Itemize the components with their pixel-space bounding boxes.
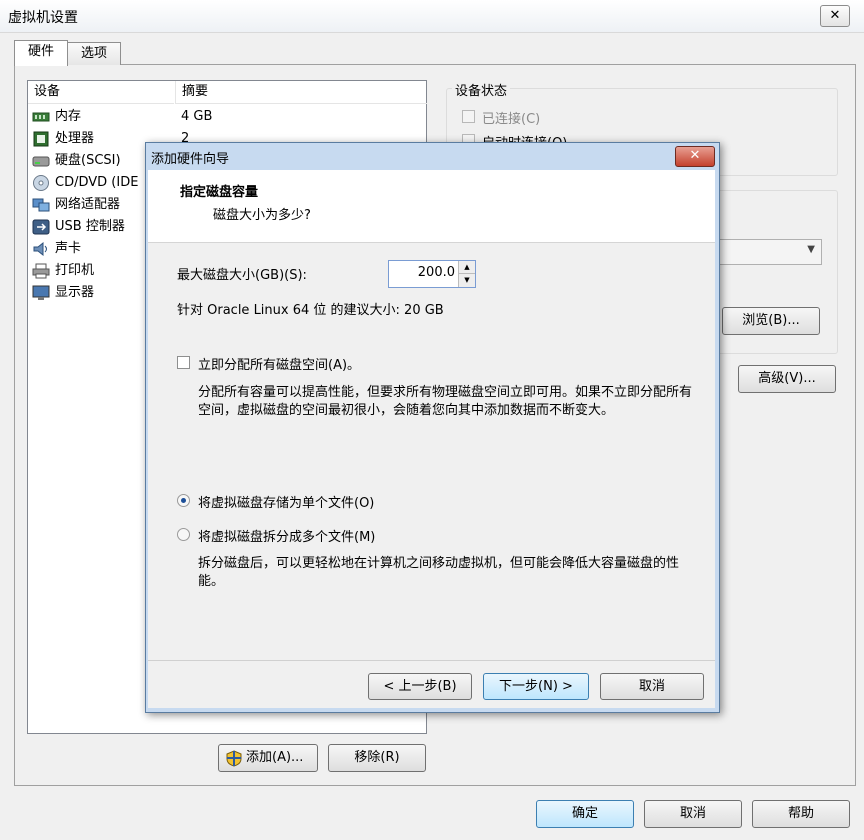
- advanced-button[interactable]: 高级(V)...: [738, 365, 836, 393]
- spin-down-button[interactable]: ▼: [458, 274, 475, 287]
- connected-label: 已连接(C): [482, 112, 541, 127]
- image-file-combobox[interactable]: ▼: [716, 239, 822, 265]
- device-status-label: 设备状态: [452, 80, 511, 99]
- hard-disk-icon: [32, 156, 50, 167]
- device-name: 内存: [55, 109, 82, 124]
- split-files-label: 将虚拟磁盘拆分成多个文件(M): [198, 530, 376, 545]
- shield-icon: [226, 750, 242, 767]
- device-row-memory[interactable]: 内存 4 GB: [28, 106, 426, 128]
- network-adapter-icon: [32, 198, 50, 212]
- window-titlebar: [0, 0, 864, 33]
- add-button-label: 添加(A)...: [246, 750, 304, 765]
- back-button[interactable]: < 上一步(B): [368, 673, 472, 700]
- device-name: 硬盘(SCSI): [55, 153, 121, 168]
- add-button[interactable]: 添加(A)...: [218, 744, 318, 772]
- ok-button[interactable]: 确定: [536, 800, 634, 828]
- wizard-heading: 指定磁盘容量: [180, 185, 259, 200]
- usb-icon: [32, 219, 50, 235]
- split-files-radio[interactable]: [177, 528, 190, 541]
- single-file-label: 将虚拟磁盘存储为单个文件(O): [198, 496, 375, 511]
- wizard-subheading: 磁盘大小为多少?: [213, 208, 311, 223]
- device-name: 网络适配器: [55, 197, 121, 212]
- device-name: 处理器: [55, 131, 95, 146]
- memory-icon: [32, 112, 50, 122]
- allocate-now-label: 立即分配所有磁盘空间(A)。: [198, 358, 361, 373]
- device-name: 打印机: [55, 263, 95, 278]
- device-name: 显示器: [55, 285, 95, 300]
- chevron-down-icon: ▼: [807, 244, 815, 255]
- column-header-summary[interactable]: 摘要: [175, 81, 427, 104]
- connected-checkbox[interactable]: [462, 110, 475, 123]
- browse-button[interactable]: 浏览(B)...: [722, 307, 820, 335]
- display-icon: [32, 285, 50, 300]
- spin-up-button[interactable]: ▲: [458, 261, 475, 274]
- wizard-separator: [148, 660, 715, 661]
- help-button[interactable]: 帮助: [752, 800, 850, 828]
- wizard-cancel-button[interactable]: 取消: [600, 673, 704, 700]
- single-file-radio[interactable]: [177, 494, 190, 507]
- split-description: 拆分磁盘后，可以更轻松地在计算机之间移动虚拟机，但可能会降低大容量磁盘的性能。: [198, 556, 680, 589]
- close-icon: ✕: [689, 148, 701, 163]
- max-disk-size-stepper[interactable]: 200.0 ▲ ▼: [388, 260, 476, 288]
- next-button[interactable]: 下一步(N) >: [483, 673, 589, 700]
- tab-hardware[interactable]: 硬件: [14, 40, 68, 66]
- column-header-device[interactable]: 设备: [28, 81, 174, 104]
- wizard-header: 指定磁盘容量 磁盘大小为多少?: [148, 170, 715, 243]
- device-summary: 4 GB: [181, 109, 213, 124]
- max-disk-size-label: 最大磁盘大小(GB)(S):: [177, 268, 307, 283]
- window-close-button[interactable]: ✕: [820, 5, 850, 27]
- window-title: 虚拟机设置: [8, 10, 78, 26]
- device-name: USB 控制器: [55, 219, 125, 234]
- allocate-now-checkbox[interactable]: [177, 356, 190, 369]
- cancel-button[interactable]: 取消: [644, 800, 742, 828]
- device-name: CD/DVD (IDE: [55, 175, 139, 190]
- cd-dvd-icon: [33, 175, 49, 191]
- recommended-size-text: 针对 Oracle Linux 64 位 的建议大小: 20 GB: [177, 303, 444, 318]
- device-name: 声卡: [55, 241, 82, 256]
- max-disk-size-value: 200.0: [417, 265, 455, 280]
- tab-options[interactable]: 选项: [67, 42, 121, 65]
- sound-card-icon: [33, 241, 47, 257]
- printer-icon: [32, 263, 50, 279]
- remove-button[interactable]: 移除(R): [328, 744, 426, 772]
- allocate-description: 分配所有容量可以提高性能，但要求所有物理磁盘空间立即可用。如果不立即分配所有空间…: [198, 385, 693, 418]
- wizard-title: 添加硬件向导: [151, 152, 230, 167]
- close-icon: ✕: [829, 8, 841, 23]
- wizard-close-button[interactable]: ✕: [675, 146, 715, 167]
- processor-icon: [33, 131, 49, 147]
